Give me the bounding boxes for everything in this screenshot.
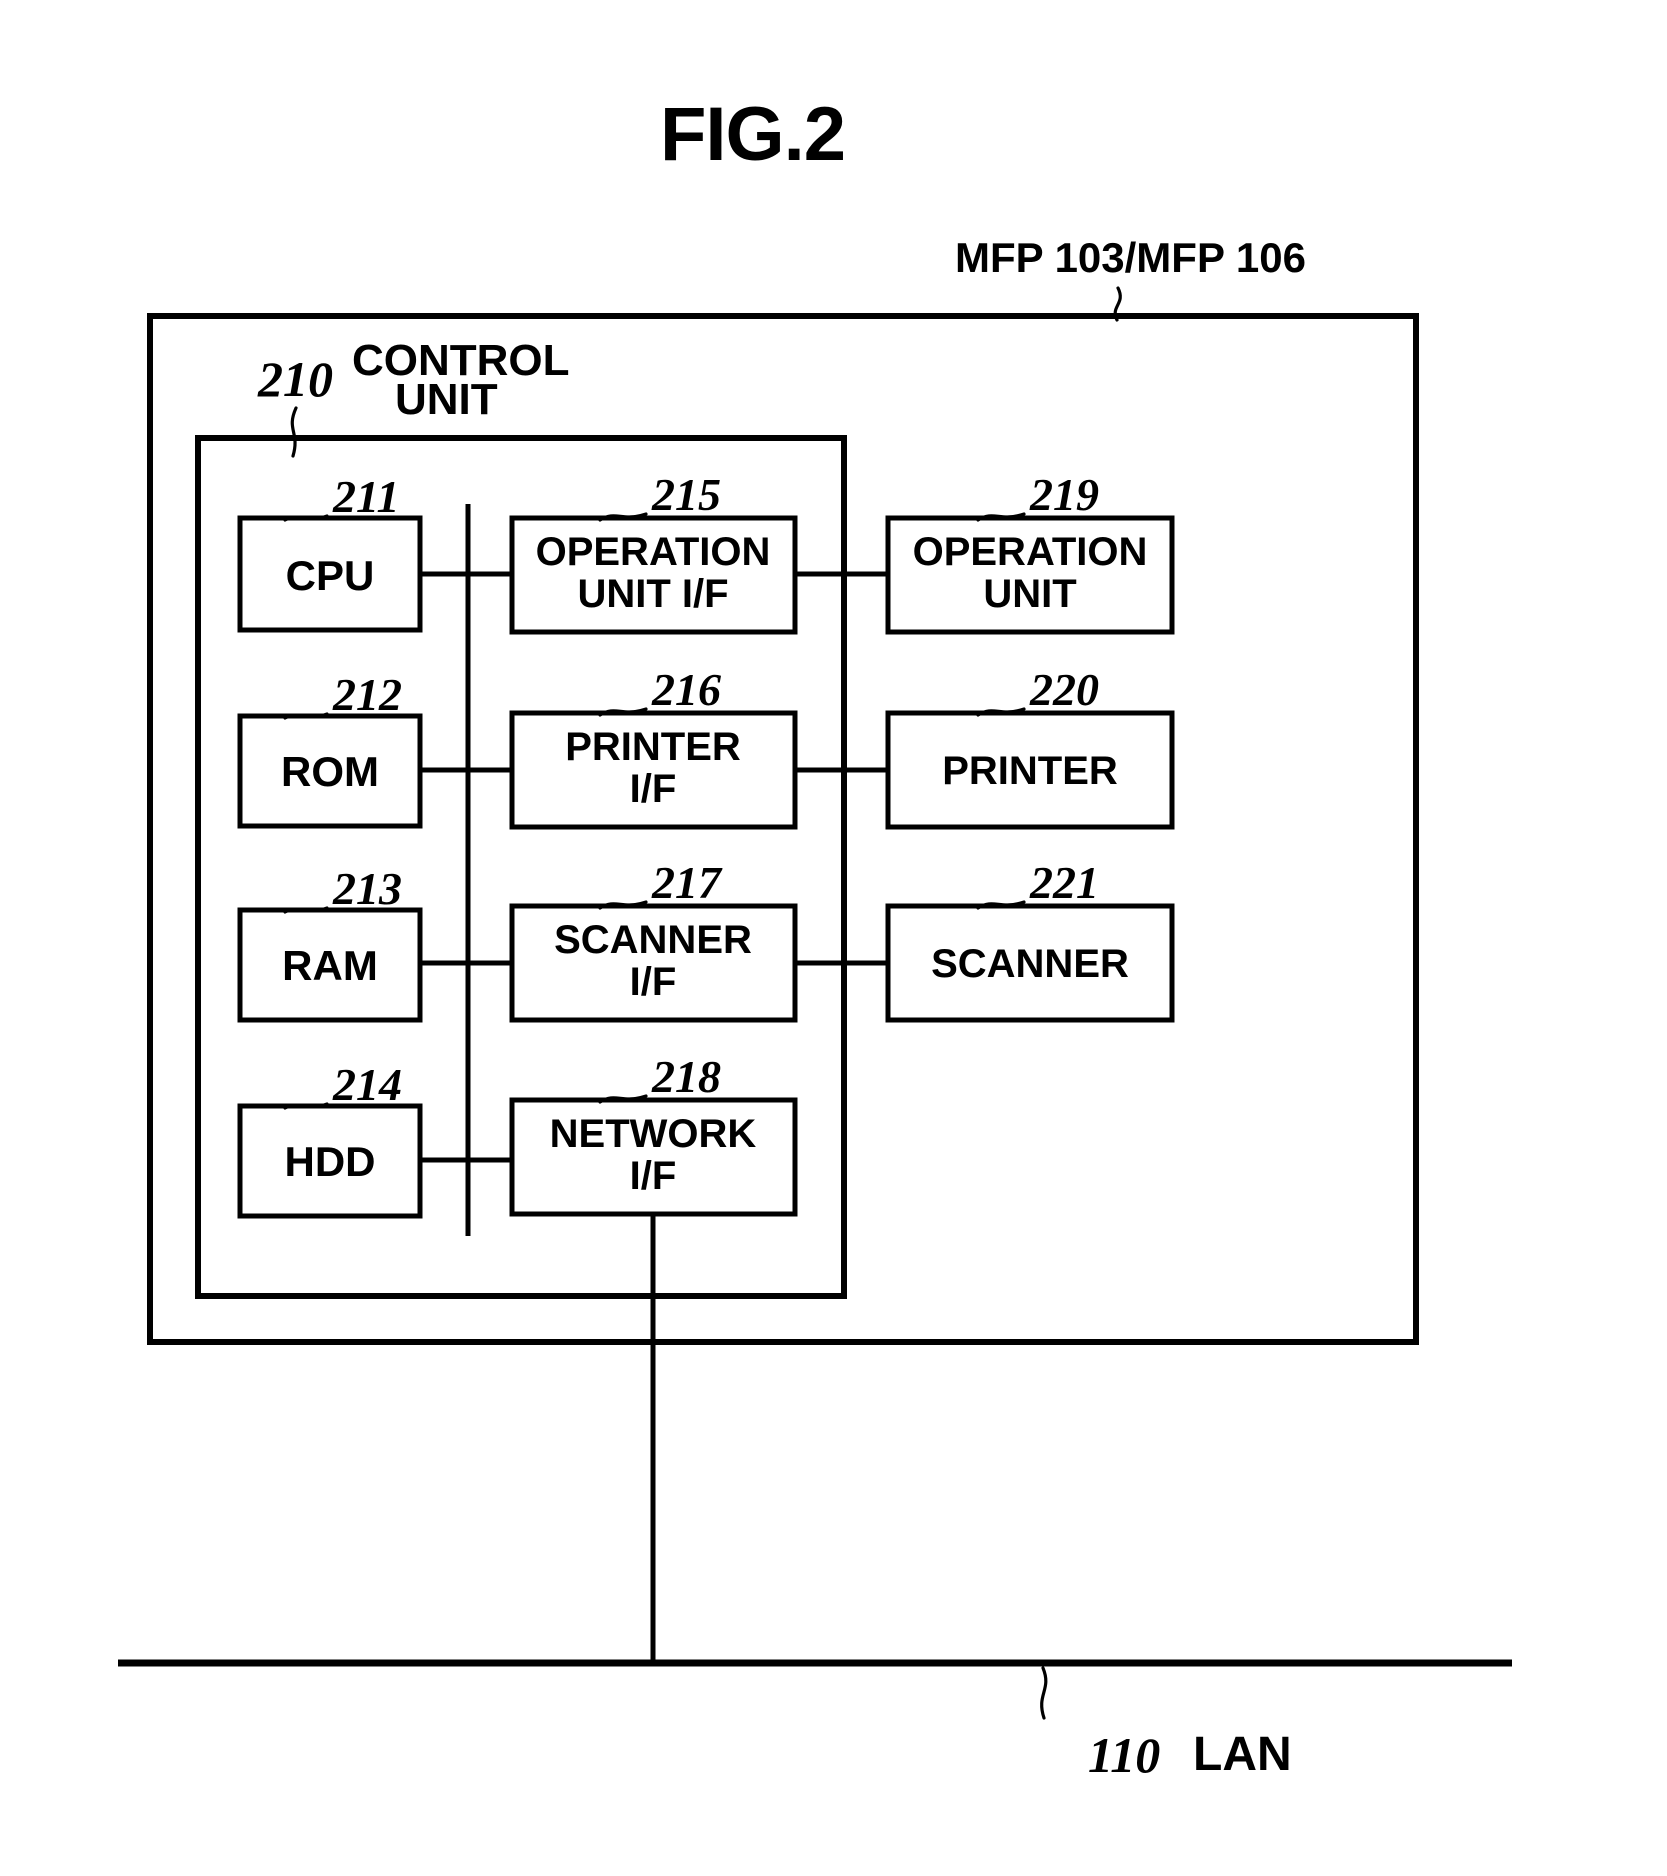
network-if-ref: 218 [651,1051,721,1102]
ram-ref: 213 [332,863,402,914]
mfp-label: MFP 103/MFP 106 [955,234,1306,281]
block-hdd-label: HDD [285,1138,376,1185]
block-operation-unit-line1: OPERATION [913,530,1148,574]
lan-leader-line [1040,1666,1048,1720]
rom-ref: 212 [332,669,402,720]
block-scanner-if-line1: SCANNER [554,918,752,962]
block-operation-unit-line2: UNIT [983,572,1076,616]
hdd-ref: 214 [332,1059,402,1110]
block-printer-label: PRINTER [942,749,1118,793]
control-unit-ref: 210 [257,351,333,407]
block-ram-label: RAM [282,942,378,989]
patent-figure-canvas: FIG.2 MFP 103/MFP 106 210 CONTROL UNIT 2… [118,92,1512,1783]
scanner-ref: 221 [1029,857,1099,908]
lan-ref: 110 [1088,1727,1160,1783]
figure-page: FIG.2 MFP 103/MFP 106 210 CONTROL UNIT 2… [0,0,1667,1876]
block-printer-if-line1: PRINTER [565,725,741,769]
printer-if-ref: 216 [651,664,721,715]
block-scanner-label: SCANNER [931,942,1129,986]
printer-ref: 220 [1029,664,1099,715]
lan-label: LAN [1193,1728,1292,1781]
cpu-ref: 211 [332,471,399,522]
operation-unit-ref: 219 [1029,469,1099,520]
block-network-if-line1: NETWORK [550,1112,757,1156]
control-unit-leader-line [290,406,298,458]
block-scanner-if-line2: I/F [630,960,677,1004]
figure-title: FIG.2 [660,92,845,177]
scanner-if-ref: 217 [651,857,723,908]
block-cpu-label: CPU [286,552,375,599]
block-operation-unit-if-line2: UNIT I/F [577,572,728,616]
block-rom-label: ROM [281,748,379,795]
operation-unit-if-ref: 215 [651,469,721,520]
block-operation-unit-if-line1: OPERATION [536,530,771,574]
block-printer-if-line2: I/F [630,767,677,811]
block-network-if-line2: I/F [630,1154,677,1198]
control-unit-label-line2: UNIT [395,375,498,424]
